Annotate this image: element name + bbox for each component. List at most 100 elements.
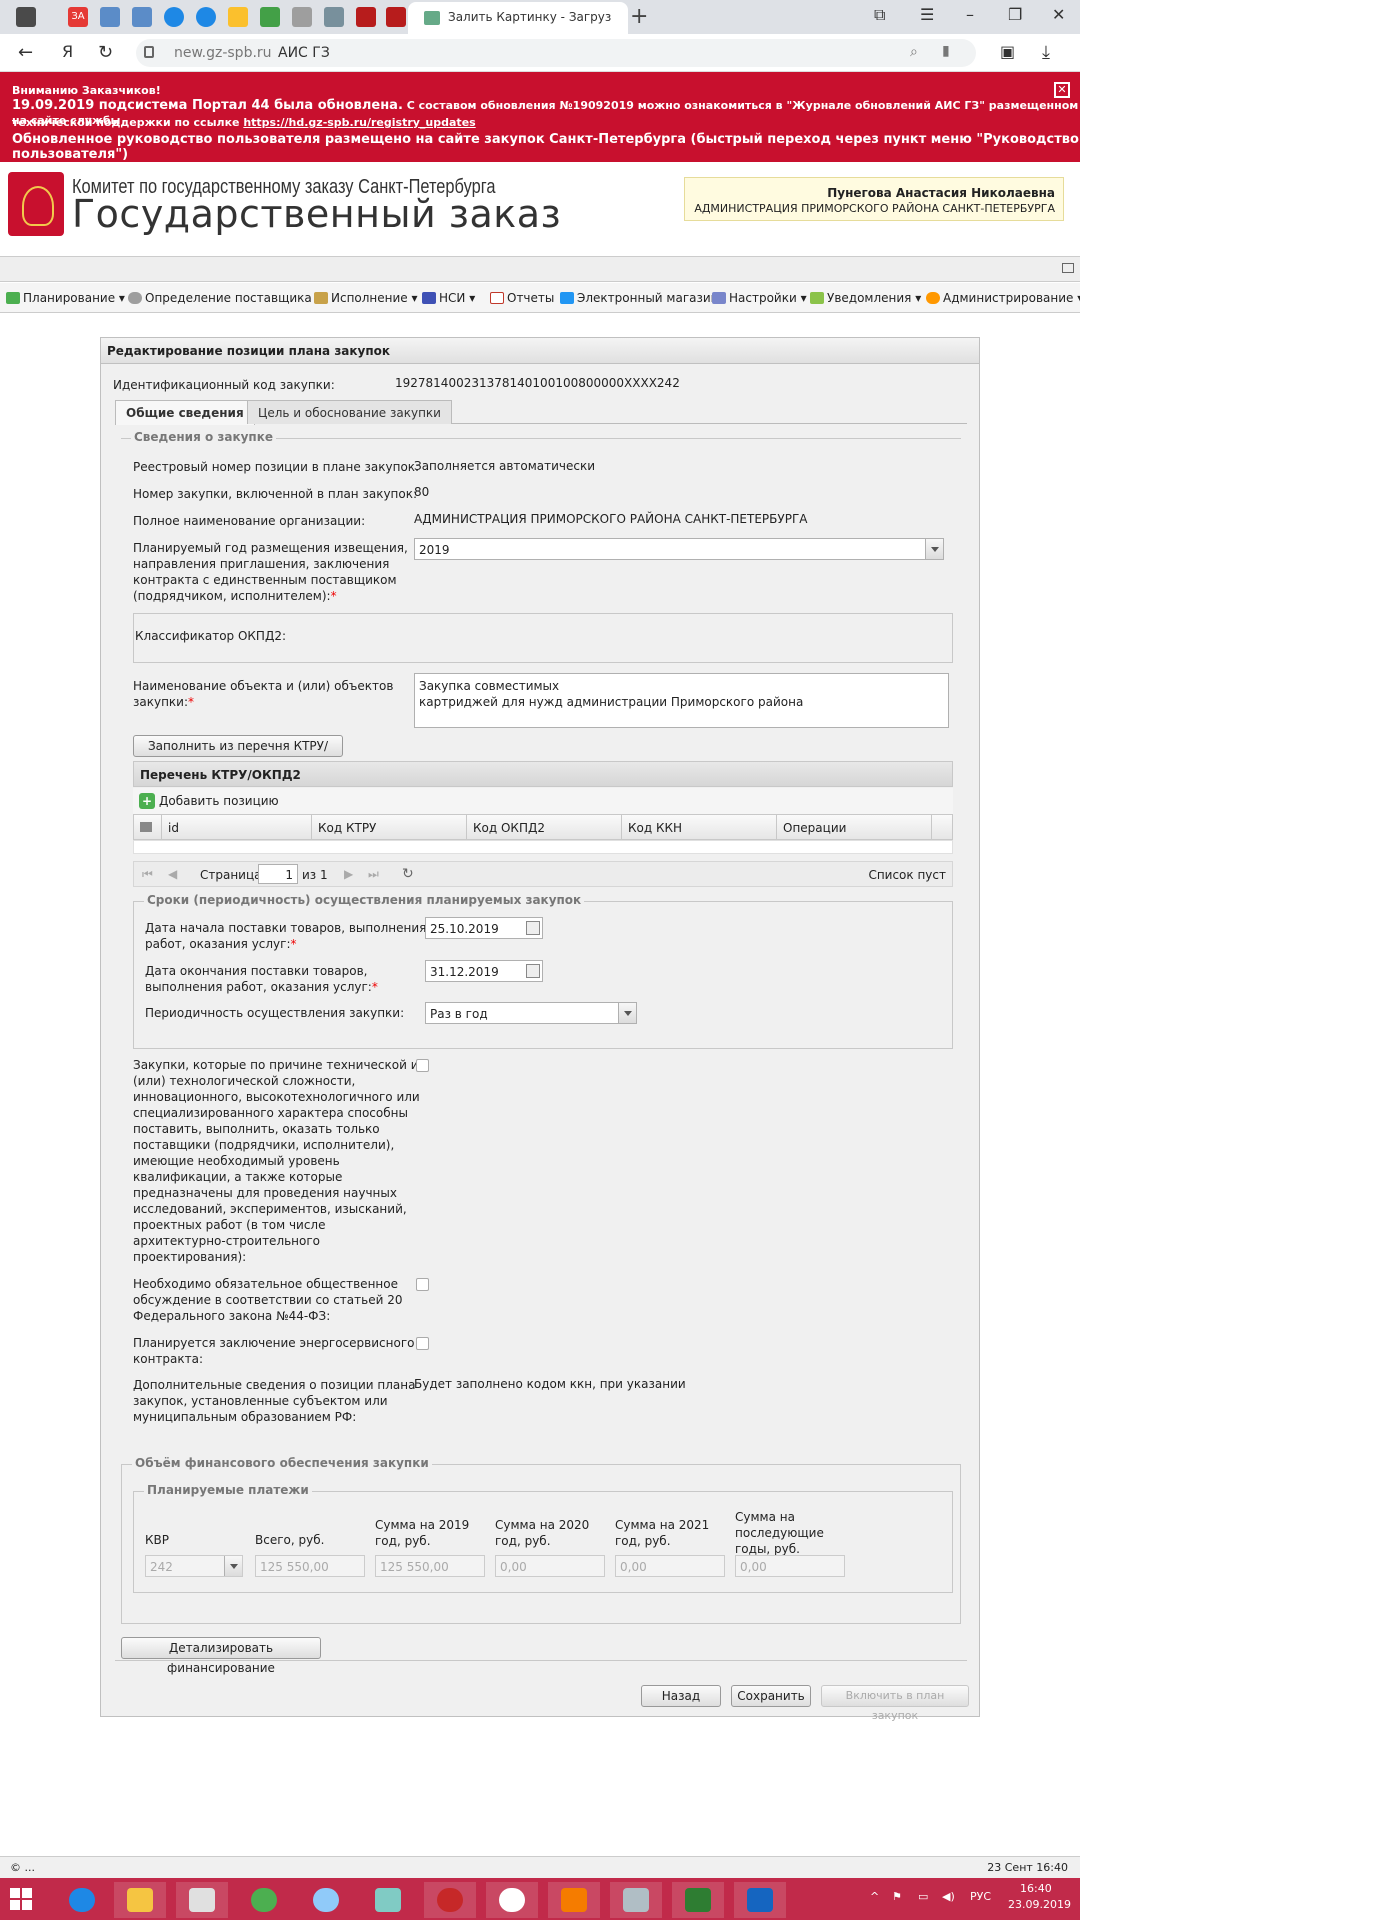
year-select[interactable]: 2019 (414, 538, 944, 560)
taskbar-app-icon[interactable] (176, 1882, 228, 1918)
menu-supplier[interactable]: Определение поставщика ▾ (128, 291, 322, 305)
tab-pinned-icon[interactable] (324, 7, 344, 27)
taskbar-app3-icon[interactable] (424, 1882, 476, 1918)
registry-updates-link[interactable]: https://hd.gz-spb.ru/registry_updates (243, 116, 475, 129)
periodicity-select[interactable]: Раз в год (425, 1002, 637, 1024)
bookmark-icon[interactable]: ▮ (942, 43, 950, 59)
taskbar-ie-icon[interactable] (56, 1882, 108, 1918)
url-field[interactable]: new.gz-spb.ru АИС ГЗ ⌕ ▮ (136, 39, 976, 67)
tray-arrow-icon[interactable]: ^ (870, 1890, 879, 1903)
add-icon[interactable]: + (139, 793, 155, 809)
tab-purpose[interactable]: Цель и обоснование закупки (247, 400, 452, 424)
refresh-icon[interactable]: ↻ (402, 866, 414, 882)
next-page-icon[interactable]: ▶ (344, 867, 353, 881)
grid-column-id[interactable]: id (162, 815, 312, 839)
energy-contract-checkbox[interactable] (416, 1337, 429, 1350)
grid-column-filter[interactable] (134, 815, 162, 839)
tray-network-icon[interactable]: ▭ (918, 1890, 928, 1903)
detail-financing-button[interactable]: Детализировать финансирование (121, 1637, 321, 1675)
tray-volume-icon[interactable]: ◀) (942, 1890, 955, 1903)
grid-column-ktru[interactable]: Код КТРУ (312, 815, 467, 839)
sum-next-field[interactable]: 0,00 (735, 1555, 845, 1577)
tray-time[interactable]: 16:40 (1020, 1882, 1052, 1895)
back-arrow-icon[interactable]: ← (18, 42, 33, 63)
save-button[interactable]: Сохранить (731, 1685, 811, 1707)
sum-2019-field[interactable]: 125 550,00 (375, 1555, 485, 1577)
tab-pinned-icon[interactable] (386, 7, 406, 27)
taskbar-explorer-icon[interactable] (114, 1882, 166, 1918)
bookmarks-icon[interactable]: ⧉ (874, 5, 885, 25)
object-textarea[interactable]: Закупка совместимых картриджей для нужд … (414, 673, 949, 728)
filter-icon (140, 822, 152, 832)
public-discussion-checkbox[interactable] (416, 1278, 429, 1291)
taskbar-yandex-icon[interactable] (486, 1882, 538, 1918)
total-field[interactable]: 125 550,00 (255, 1555, 365, 1577)
add-position-button[interactable]: Добавить позицию (159, 794, 279, 808)
minimize-icon[interactable]: – (966, 5, 974, 24)
prev-page-icon[interactable]: ◀ (168, 867, 177, 881)
last-page-icon[interactable]: ⏭ (368, 867, 379, 882)
tab-pinned-za-icon[interactable]: ЗА (68, 7, 88, 27)
end-date-field[interactable]: 31.12.2019 (425, 960, 543, 982)
chevron-down-icon[interactable] (618, 1003, 636, 1023)
tab-pinned-icon[interactable] (260, 7, 280, 27)
tab-pinned-icon[interactable] (292, 7, 312, 27)
menu-eshop[interactable]: Электронный магазин (560, 291, 719, 305)
kvr-select[interactable]: 242 (145, 1555, 243, 1577)
grid-column-kkn[interactable]: Код ККН (622, 815, 777, 839)
back-button[interactable]: Назад (641, 1685, 721, 1707)
fill-from-ktru-button[interactable]: Заполнить из перечня КТРУ/ОКПД2 (133, 735, 343, 773)
first-page-icon[interactable]: ⏮ (142, 867, 153, 882)
grid-column-okpd[interactable]: Код ОКПД2 (467, 815, 622, 839)
tab-pinned-icon[interactable] (164, 7, 184, 27)
close-banner-icon[interactable]: ✕ (1054, 82, 1070, 98)
reload-icon[interactable]: ↻ (98, 42, 113, 63)
chevron-down-icon[interactable] (224, 1556, 242, 1576)
chevron-down-icon[interactable] (925, 539, 943, 559)
pager-page-input[interactable]: 1 (258, 864, 298, 884)
tab-general[interactable]: Общие сведения (115, 400, 255, 425)
yandex-logo-icon[interactable]: Я (62, 42, 73, 61)
taskbar-chrome-icon[interactable] (238, 1882, 290, 1918)
calendar-icon[interactable] (526, 921, 540, 935)
tabs-list-icon[interactable] (16, 7, 36, 27)
sum-2020-field[interactable]: 0,00 (495, 1555, 605, 1577)
download-icon[interactable]: ⤓ (1042, 42, 1050, 63)
taskbar-outlook-icon[interactable] (548, 1882, 600, 1918)
taskbar-app2-icon[interactable] (362, 1882, 414, 1918)
include-in-plan-button[interactable]: Включить в план закупок (821, 1685, 969, 1722)
menu-planning[interactable]: Планирование ▾ (6, 291, 125, 305)
grid-column-operations[interactable]: Операции (777, 815, 932, 839)
menu-icon[interactable]: ☰ (920, 5, 934, 24)
menu-admin[interactable]: Администрирование ▾ (926, 291, 1083, 305)
tab-pinned-icon[interactable] (132, 7, 152, 27)
tab-active[interactable]: Залить Картинку - Загруз (408, 2, 628, 34)
tray-date[interactable]: 23.09.2019 (1008, 1898, 1071, 1911)
start-icon[interactable] (10, 1888, 32, 1910)
taskbar-paint-icon[interactable] (300, 1882, 352, 1918)
menu-settings[interactable]: Настройки ▾ (712, 291, 807, 305)
tab-pinned-drive-icon[interactable] (228, 7, 248, 27)
taskbar-word-icon[interactable] (734, 1882, 786, 1918)
tab-pinned-icon[interactable] (100, 7, 120, 27)
restore-icon[interactable]: ❐ (1008, 5, 1022, 24)
menu-execution[interactable]: Исполнение ▾ (314, 291, 418, 305)
close-window-icon[interactable]: ✕ (1052, 5, 1065, 24)
menu-nsi[interactable]: НСИ ▾ (422, 291, 475, 305)
tray-flag-icon[interactable]: ⚑ (892, 1890, 902, 1903)
start-date-field[interactable]: 25.10.2019 (425, 917, 543, 939)
tray-language[interactable]: РУС (970, 1890, 991, 1903)
new-tab-icon[interactable]: + (630, 4, 648, 29)
collapse-icon[interactable] (1062, 263, 1074, 273)
calendar-icon[interactable] (526, 964, 540, 978)
taskbar-app4-icon[interactable] (610, 1882, 662, 1918)
menu-reports[interactable]: Отчеты (490, 291, 554, 305)
sum-2021-field[interactable]: 0,00 (615, 1555, 725, 1577)
tab-pinned-icon[interactable] (356, 7, 376, 27)
menu-notifications[interactable]: Уведомления ▾ (810, 291, 921, 305)
protect-icon[interactable]: ▣ (1000, 42, 1015, 61)
tech-complexity-checkbox[interactable] (416, 1059, 429, 1072)
tab-pinned-icon[interactable] (196, 7, 216, 27)
search-icon[interactable]: ⌕ (910, 44, 918, 60)
taskbar-excel-icon[interactable] (672, 1882, 724, 1918)
